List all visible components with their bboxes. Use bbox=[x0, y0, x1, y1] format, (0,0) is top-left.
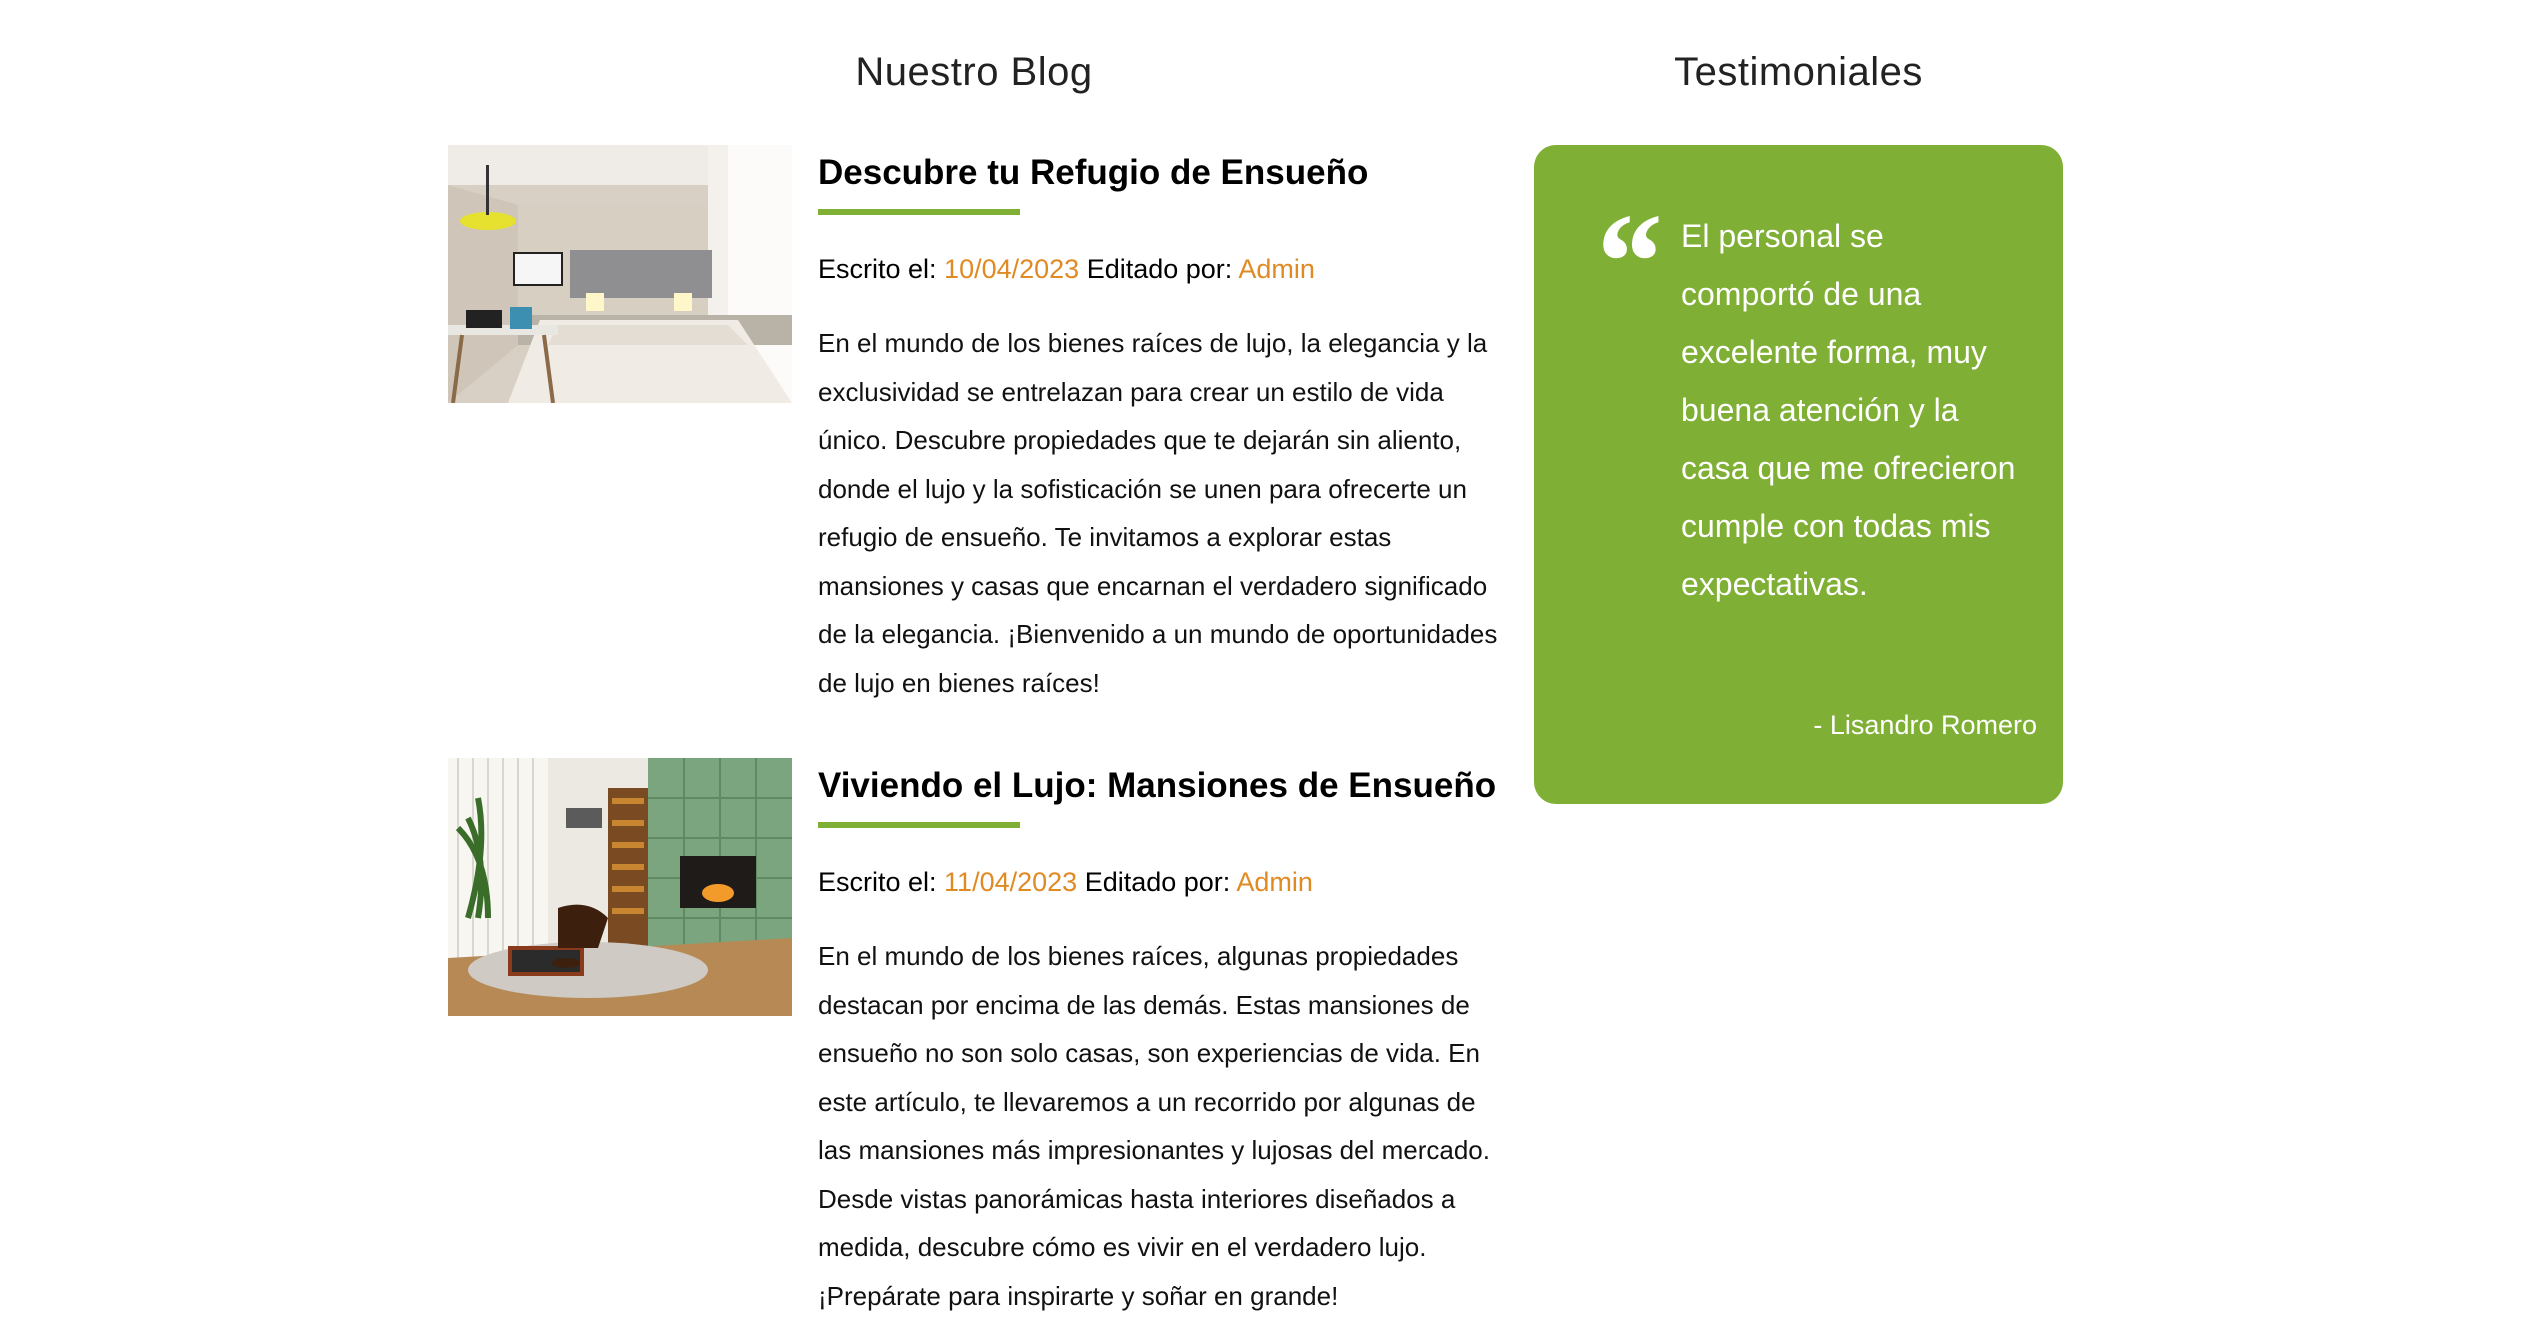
bedroom-photo[interactable] bbox=[448, 145, 792, 403]
testimonial-card: “ El personal se comportó de una excelen… bbox=[1534, 145, 2063, 804]
title-underline bbox=[818, 822, 1020, 828]
living-room-photo-illustration bbox=[448, 758, 792, 1016]
edited-label: Editado por: bbox=[1077, 867, 1237, 897]
blog-entry-text: En el mundo de los bienes raíces de lujo… bbox=[818, 328, 1498, 698]
quote-icon: “ bbox=[1590, 185, 1660, 340]
blog-entry-meta: Escrito el: 10/04/2023 Editado por: Admi… bbox=[818, 249, 1500, 289]
written-label: Escrito el: bbox=[818, 254, 945, 284]
entry-date: 10/04/2023 bbox=[944, 254, 1080, 284]
title-underline bbox=[818, 209, 1020, 215]
bedroom-photo-illustration bbox=[448, 145, 792, 403]
blog-entry-meta: Escrito el: 11/04/2023 Editado por: Admi… bbox=[818, 862, 1500, 902]
entry-author-link[interactable]: Admin bbox=[1238, 254, 1315, 284]
written-label: Escrito el: bbox=[818, 867, 945, 897]
blog-entry-text: En el mundo de los bienes raíces, alguna… bbox=[818, 941, 1490, 1311]
entry-date: 11/04/2023 bbox=[944, 867, 1078, 897]
blog-entry-title[interactable]: Viviendo el Lujo: Mansiones de Ensueño bbox=[818, 760, 1500, 812]
blog-entry-body: Descubre tu Refugio de Ensueño Escrito e… bbox=[818, 145, 1500, 707]
blog-section-title: Nuestro Blog bbox=[855, 50, 1093, 94]
blog-entry-body: Viviendo el Lujo: Mansiones de Ensueño E… bbox=[818, 758, 1500, 1320]
testimonials-section-title: Testimoniales bbox=[1674, 50, 1923, 94]
testimonial-author: - Lisandro Romero bbox=[1813, 710, 2037, 740]
entry-author-link[interactable]: Admin bbox=[1236, 867, 1313, 897]
edited-label: Editado por: bbox=[1079, 254, 1239, 284]
page: Nuestro Blog Descubre tu Refugio de Ensu… bbox=[0, 0, 2546, 1340]
testimonial-quote: El personal se comportó de una excelente… bbox=[1681, 218, 2016, 602]
blog-entry-title[interactable]: Descubre tu Refugio de Ensueño bbox=[818, 147, 1500, 199]
living-room-photo[interactable] bbox=[448, 758, 792, 1016]
